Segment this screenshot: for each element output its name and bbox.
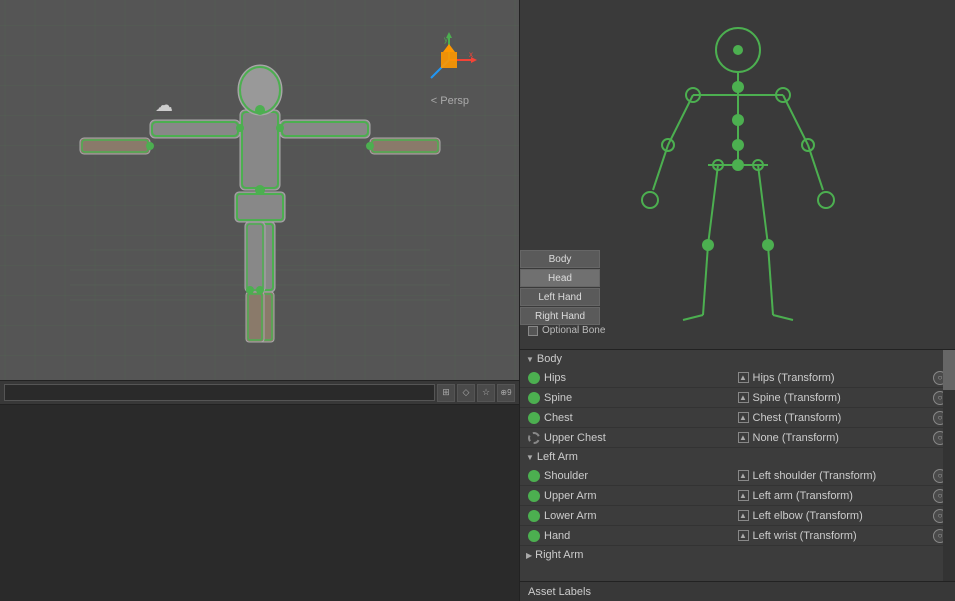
tab-right-hand[interactable]: Right Hand [520, 307, 600, 325]
bone-transform-hips: Hips (Transform) [753, 372, 835, 384]
bone-transform-spine: Spine (Transform) [753, 392, 841, 404]
optional-bone-checkbox[interactable] [528, 326, 538, 336]
scrollbar-thumb[interactable] [943, 350, 955, 390]
bone-name-upper-arm: Upper Arm [544, 490, 597, 502]
bone-transform-hand: Left wrist (Transform) [753, 530, 857, 542]
bone-icon-shoulder [528, 470, 540, 482]
bone-icon-chest [528, 412, 540, 424]
table-row: Chest ▲ Chest (Transform) ○ [520, 408, 955, 428]
bone-icon-lower-arm [528, 510, 540, 522]
bone-name-upper-chest: Upper Chest [544, 432, 606, 444]
table-row: Upper Chest ▲ None (Transform) ○ [520, 428, 955, 448]
star-icon[interactable]: ☆ [477, 384, 495, 402]
viewport-panel: y x < Persp ☁ [0, 0, 520, 601]
bone-list-panel[interactable]: ▼ Body Hips ▲ Hips (Transform) ○ Spine ▲… [520, 350, 955, 581]
3d-view[interactable]: y x < Persp ☁ [0, 0, 519, 380]
body-section-label: Body [537, 353, 562, 365]
bone-transform-chest: Chest (Transform) [753, 412, 842, 424]
scrollbar[interactable] [943, 350, 955, 581]
viewport-toolbar: ⊞ ◇ ☆ ⊕9 [0, 380, 519, 405]
diamond-icon[interactable]: ◇ [457, 384, 475, 402]
bone-icon-hand [528, 530, 540, 542]
left-arm-section-header[interactable]: ▼ Left Arm [520, 448, 955, 466]
chevron-down-icon: ▼ [526, 355, 534, 364]
bone-icon-upper-chest [528, 432, 540, 444]
transform-icon-hips: ▲ [738, 372, 749, 383]
optional-bone-row: Optional Bone [520, 325, 613, 336]
bone-icon-hips [528, 372, 540, 384]
table-row: Hips ▲ Hips (Transform) ○ [520, 368, 955, 388]
bone-transform-shoulder: Left shoulder (Transform) [753, 470, 877, 482]
tab-bar: Body Head Left Hand Right Hand [520, 250, 600, 326]
right-panel: Body Head Left Hand Right Hand Optional … [520, 0, 955, 601]
table-row: Shoulder ▲ Left shoulder (Transform) ○ [520, 466, 955, 486]
tab-body[interactable]: Body [520, 250, 600, 268]
transform-icon-upper-arm: ▲ [738, 490, 749, 501]
bone-name-lower-arm: Lower Arm [544, 510, 597, 522]
right-arm-section-header[interactable]: ▶ Right Arm [520, 546, 955, 564]
bone-transform-lower-arm: Left elbow (Transform) [753, 510, 863, 522]
bone-name-shoulder: Shoulder [544, 470, 588, 482]
layers-icon[interactable]: ⊕9 [497, 384, 515, 402]
bone-icon-upper-arm [528, 490, 540, 502]
transform-icon-shoulder: ▲ [738, 470, 749, 481]
bone-transform-upper-arm: Left arm (Transform) [753, 490, 853, 502]
tab-head[interactable]: Head [520, 269, 600, 287]
skeleton-view [50, 20, 470, 360]
bone-name-hand: Hand [544, 530, 570, 542]
bone-name-chest: Chest [544, 412, 573, 424]
bone-name-hips: Hips [544, 372, 566, 384]
right-arm-section-label: Right Arm [535, 549, 583, 561]
chevron-right-icon-right-arm: ▶ [526, 551, 532, 560]
viewport-bottom [0, 405, 519, 601]
avatar-panel: Body Head Left Hand Right Hand Optional … [520, 0, 955, 350]
table-row: Upper Arm ▲ Left arm (Transform) ○ [520, 486, 955, 506]
transform-icon-spine: ▲ [738, 392, 749, 403]
transform-icon-lower-arm: ▲ [738, 510, 749, 521]
tab-left-hand[interactable]: Left Hand [520, 288, 600, 306]
bone-icon-spine [528, 392, 540, 404]
asset-labels-bar: Asset Labels [520, 581, 955, 601]
transform-icon-hand: ▲ [738, 530, 749, 541]
table-row: Spine ▲ Spine (Transform) ○ [520, 388, 955, 408]
asset-labels-text: Asset Labels [528, 586, 591, 598]
bone-name-spine: Spine [544, 392, 572, 404]
transform-icon-chest: ▲ [738, 412, 749, 423]
chevron-down-icon-left-arm: ▼ [526, 453, 534, 462]
table-row: Hand ▲ Left wrist (Transform) ○ [520, 526, 955, 546]
avatar-skeleton [638, 15, 838, 335]
grid-icon[interactable]: ⊞ [437, 384, 455, 402]
transform-icon-upper-chest: ▲ [738, 432, 749, 443]
left-arm-section-label: Left Arm [537, 451, 578, 463]
search-input[interactable] [4, 384, 435, 401]
optional-bone-label: Optional Bone [542, 325, 605, 336]
table-row: Lower Arm ▲ Left elbow (Transform) ○ [520, 506, 955, 526]
bone-transform-upper-chest: None (Transform) [753, 432, 839, 444]
body-section-header[interactable]: ▼ Body [520, 350, 955, 368]
